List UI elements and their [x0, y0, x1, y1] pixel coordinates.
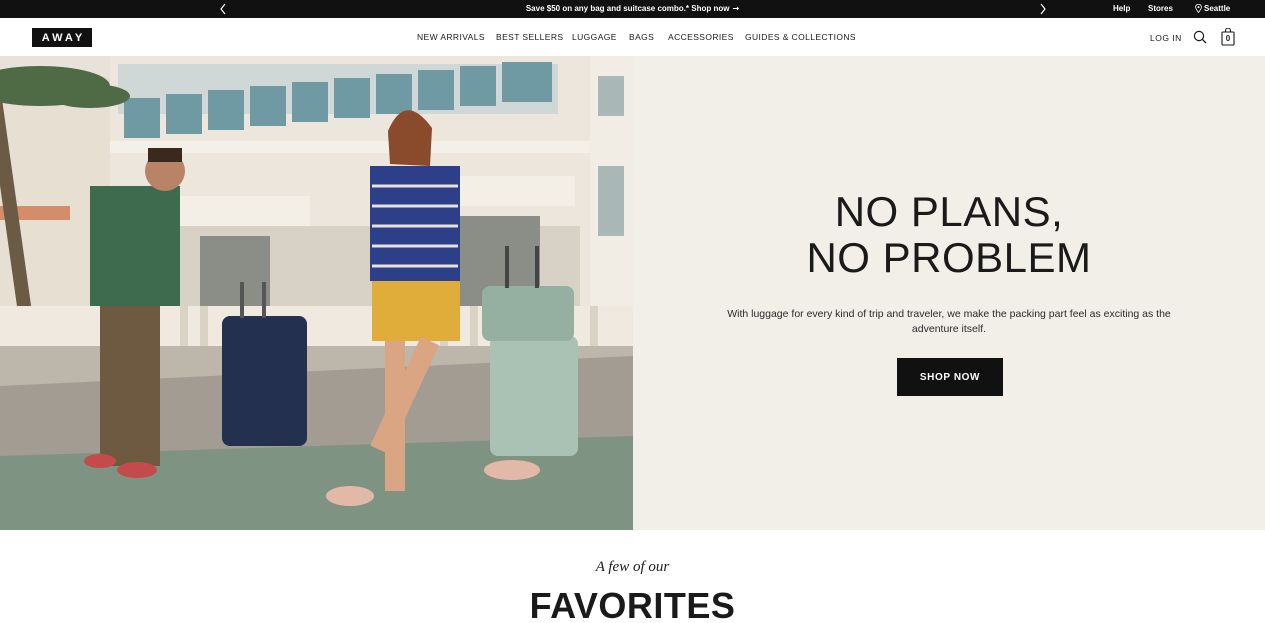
help-link[interactable]: Help	[1113, 4, 1130, 13]
favorites-kicker: A few of our	[595, 559, 670, 575]
login-link[interactable]: LOG IN	[1150, 33, 1182, 43]
hero-title-line-2: NO PROBLEM	[806, 234, 1092, 281]
cart-count: 0	[1225, 34, 1231, 43]
nav-guides-collections[interactable]: GUIDES & COLLECTIONS	[745, 32, 856, 42]
nav-luggage[interactable]: LUGGAGE	[572, 32, 617, 42]
main-header: AWAY NEW ARRIVALS BEST SELLERS LUGGAGE B…	[0, 18, 1265, 56]
nav-accessories[interactable]: ACCESSORIES	[668, 32, 734, 42]
announcement-next-button[interactable]	[1035, 1, 1051, 17]
nav-new-arrivals[interactable]: NEW ARRIVALS	[417, 32, 485, 42]
arrow-right-icon: →	[732, 4, 740, 13]
hero-section: NO PLANS, NO PROBLEM With luggage for ev…	[0, 56, 1265, 530]
hero-title: NO PLANS, NO PROBLEM	[633, 189, 1265, 281]
hero-panel: NO PLANS, NO PROBLEM With luggage for ev…	[633, 56, 1265, 530]
main-nav: NEW ARRIVALS BEST SELLERS LUGGAGE BAGS A…	[0, 32, 1265, 44]
search-button[interactable]	[1193, 30, 1207, 44]
location-label: Seattle	[1204, 4, 1231, 13]
stores-link[interactable]: Stores	[1148, 4, 1173, 13]
hero-title-line-1: NO PLANS,	[834, 188, 1064, 235]
shop-now-button[interactable]: SHOP NOW	[897, 358, 1003, 396]
chevron-right-icon	[1040, 3, 1046, 15]
hero-photo	[0, 56, 633, 530]
favorites-title: FAVORITES	[529, 585, 736, 623]
location-link[interactable]: Seattle	[1195, 4, 1230, 13]
hero-subtitle: With luggage for every kind of trip and …	[727, 308, 1171, 335]
nav-bags[interactable]: BAGS	[629, 32, 654, 42]
promo-link[interactable]: Save $50 on any bag and suitcase combo.*…	[0, 4, 1265, 13]
map-pin-icon	[1195, 4, 1202, 13]
promo-text: Save $50 on any bag and suitcase combo.*…	[525, 4, 730, 13]
cart-button[interactable]: 0	[1221, 28, 1235, 46]
announcement-bar: Save $50 on any bag and suitcase combo.*…	[0, 0, 1265, 18]
search-icon	[1193, 30, 1207, 44]
nav-best-sellers[interactable]: BEST SELLERS	[496, 32, 563, 42]
